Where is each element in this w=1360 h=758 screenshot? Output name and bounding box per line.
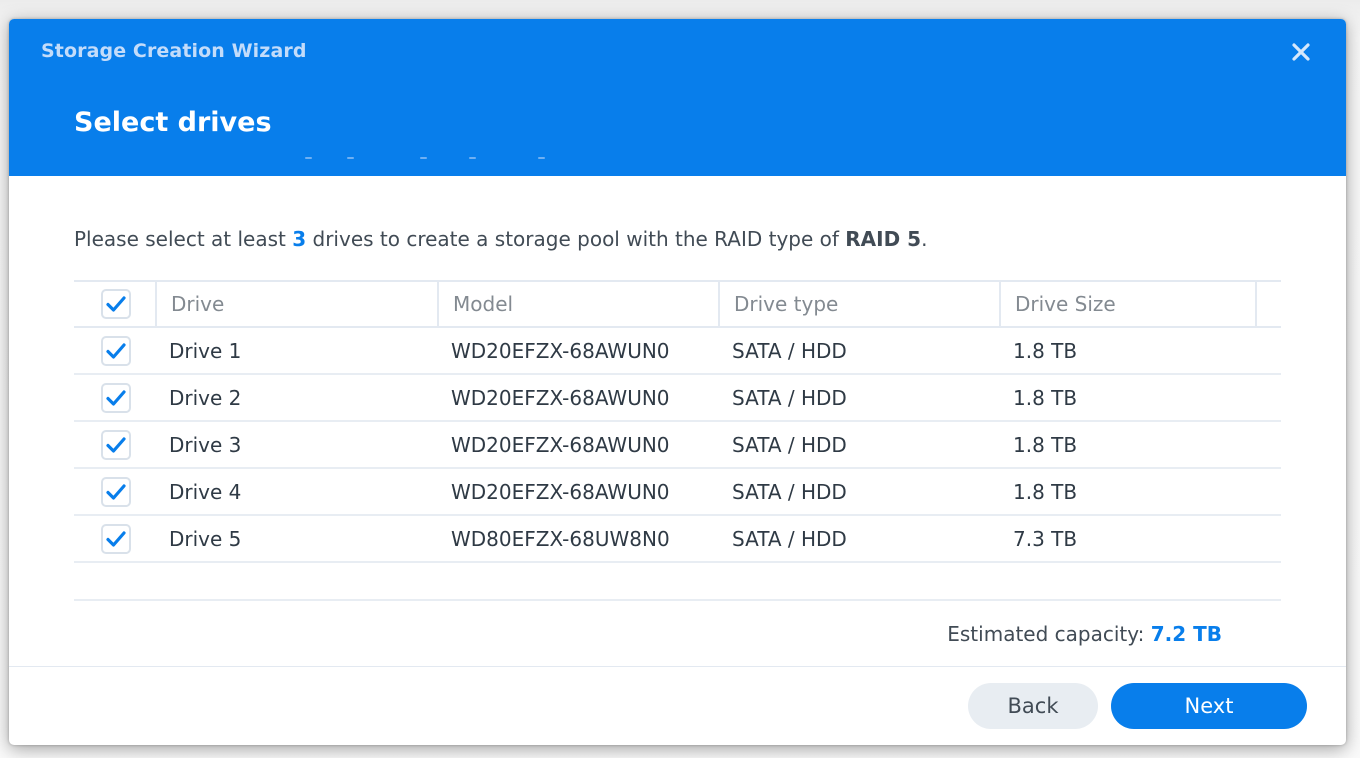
drive-type: SATA / HDD <box>732 338 847 363</box>
step-dot <box>469 157 476 159</box>
step-dot <box>538 157 545 159</box>
drive-checkbox[interactable] <box>100 429 131 460</box>
step-dot <box>305 157 312 159</box>
step-title: Select drives <box>74 107 272 138</box>
next-button[interactable]: Next <box>1111 683 1307 729</box>
checkmark-icon <box>105 342 126 359</box>
instruction-text: Please select at least 3 drives to creat… <box>74 227 927 251</box>
wizard-title: Storage Creation Wizard <box>41 40 307 62</box>
table-row[interactable]: Drive 4 WD20EFZX-68AWUN0 SATA / HDD 1.8 TB <box>74 469 1281 516</box>
drive-type: SATA / HDD <box>732 526 847 551</box>
drive-model: WD20EFZX-68AWUN0 <box>451 385 670 410</box>
select-all-cell <box>74 282 155 326</box>
instruction-middle: drives to create a storage pool with the… <box>306 227 846 251</box>
table-row[interactable]: Drive 2 WD20EFZX-68AWUN0 SATA / HDD 1.8 TB <box>74 375 1281 422</box>
step-progress-indicator <box>305 157 545 159</box>
checkmark-icon <box>105 389 126 406</box>
drive-name: Drive 2 <box>169 385 242 410</box>
table-header: Drive Model Drive type Drive Size <box>74 280 1281 328</box>
row-check-cell <box>74 422 155 467</box>
capacity-value: 7.2 TB <box>1150 622 1222 646</box>
instruction-suffix: . <box>921 227 928 251</box>
raid-type: RAID 5 <box>845 227 922 251</box>
column-header-drive-size[interactable]: Drive Size <box>999 282 1255 326</box>
checkmark-icon <box>105 530 126 547</box>
checkmark-icon <box>105 436 126 453</box>
drive-size: 1.8 TB <box>1013 338 1078 363</box>
instruction-prefix: Please select at least <box>74 227 293 251</box>
column-header-spacer <box>1255 282 1281 326</box>
drive-name: Drive 3 <box>169 432 242 457</box>
table-row[interactable]: Drive 3 WD20EFZX-68AWUN0 SATA / HDD 1.8 TB <box>74 422 1281 469</box>
table-row[interactable]: Drive 1 WD20EFZX-68AWUN0 SATA / HDD 1.8 TB <box>74 328 1281 375</box>
column-header-drive-type[interactable]: Drive type <box>718 282 999 326</box>
checkmark-icon <box>105 483 126 500</box>
column-header-drive[interactable]: Drive <box>155 282 437 326</box>
drive-checkbox[interactable] <box>100 335 131 366</box>
drive-checkbox[interactable] <box>100 476 131 507</box>
drive-type: SATA / HDD <box>732 432 847 457</box>
column-header-model[interactable]: Model <box>437 282 718 326</box>
drive-type: SATA / HDD <box>732 385 847 410</box>
drive-model: WD20EFZX-68AWUN0 <box>451 479 670 504</box>
capacity-label: Estimated capacity: <box>947 622 1151 646</box>
dialog-header: Storage Creation Wizard Select drives <box>9 19 1346 176</box>
drive-size: 1.8 TB <box>1013 479 1078 504</box>
drive-size: 7.3 TB <box>1013 526 1078 551</box>
drive-name: Drive 1 <box>169 338 242 363</box>
drive-model: WD80EFZX-68UW8N0 <box>451 526 670 551</box>
min-drives-count: 3 <box>292 227 307 251</box>
table-body: Drive 1 WD20EFZX-68AWUN0 SATA / HDD 1.8 TB D… <box>74 328 1281 563</box>
table-divider <box>74 599 1281 601</box>
footer-divider <box>9 666 1346 667</box>
drive-size: 1.8 TB <box>1013 432 1078 457</box>
drive-model: WD20EFZX-68AWUN0 <box>451 432 670 457</box>
step-dot <box>347 157 354 159</box>
close-button[interactable] <box>1288 39 1314 65</box>
drive-model: WD20EFZX-68AWUN0 <box>451 338 670 363</box>
drive-checkbox[interactable] <box>100 523 131 554</box>
drives-table: Drive Model Drive type Drive Size Drive … <box>74 280 1281 563</box>
drive-name: Drive 5 <box>169 526 242 551</box>
select-all-checkbox[interactable] <box>100 289 131 319</box>
table-row[interactable]: Drive 5 WD80EFZX-68UW8N0 SATA / HDD 7.3 TB <box>74 516 1281 563</box>
back-button[interactable]: Back <box>968 683 1098 729</box>
drive-name: Drive 4 <box>169 479 242 504</box>
estimated-capacity: Estimated capacity: 7.2 TB <box>947 622 1222 646</box>
row-check-cell <box>74 328 155 373</box>
row-check-cell <box>74 375 155 420</box>
step-dot <box>420 157 427 159</box>
drive-checkbox[interactable] <box>100 382 131 413</box>
drive-type: SATA / HDD <box>732 479 847 504</box>
close-icon <box>1292 43 1310 61</box>
drive-size: 1.8 TB <box>1013 385 1078 410</box>
row-check-cell <box>74 469 155 514</box>
row-check-cell <box>74 516 155 561</box>
storage-creation-wizard-dialog: Storage Creation Wizard Select drives Pl… <box>9 19 1346 745</box>
checkmark-icon <box>105 296 126 312</box>
